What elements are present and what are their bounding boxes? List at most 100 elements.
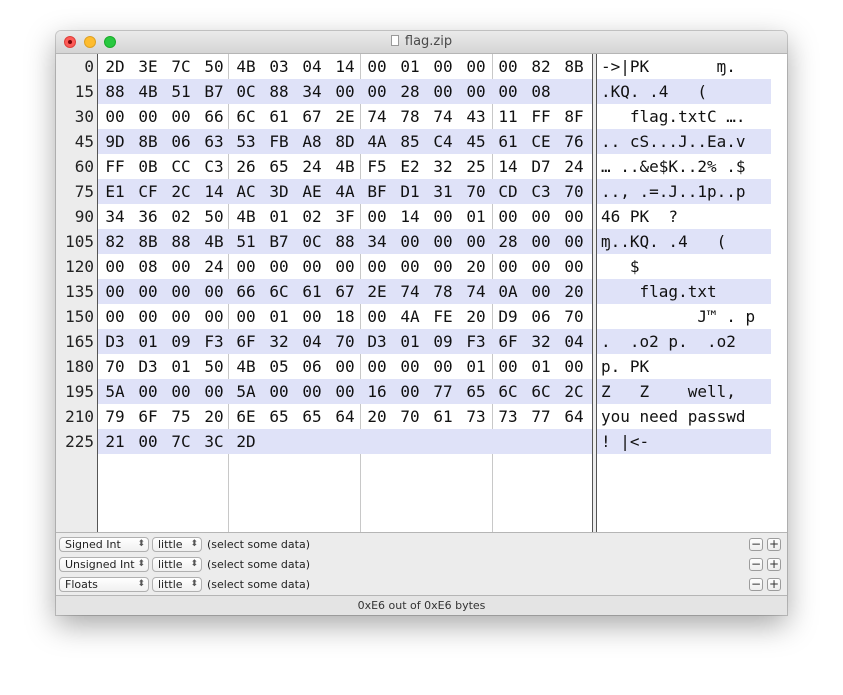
hex-byte[interactable]: FF (104, 154, 126, 179)
hex-byte[interactable]: 00 (170, 379, 192, 404)
hex-byte[interactable]: B7 (203, 79, 225, 104)
ascii-text[interactable]: ɱ..KQ. .4 ( (601, 229, 726, 254)
hex-byte[interactable]: 32 (432, 154, 454, 179)
hex-byte[interactable]: 75 (170, 404, 192, 429)
hex-byte[interactable]: B7 (268, 229, 290, 254)
hex-byte[interactable]: 20 (563, 279, 585, 304)
hex-byte[interactable]: 4A (334, 179, 356, 204)
hex-byte[interactable]: 01 (530, 354, 552, 379)
hex-byte[interactable]: 03 (268, 54, 290, 79)
hex-byte[interactable]: 00 (432, 54, 454, 79)
ascii-text[interactable]: 46 PK ? (601, 204, 678, 229)
hex-byte[interactable]: 6C (530, 379, 552, 404)
hex-byte[interactable]: 6F (497, 329, 519, 354)
hex-byte[interactable]: A8 (301, 129, 323, 154)
hex-byte[interactable]: FB (268, 129, 290, 154)
hex-byte[interactable]: 8B (563, 54, 585, 79)
hex-byte[interactable]: 8F (563, 104, 585, 129)
hex-byte[interactable]: 51 (235, 229, 257, 254)
hex-byte[interactable]: 28 (497, 229, 519, 254)
hex-byte[interactable]: 01 (399, 329, 421, 354)
hex-byte[interactable]: CF (137, 179, 159, 204)
hex-byte[interactable]: 00 (497, 204, 519, 229)
hex-byte[interactable]: 00 (563, 254, 585, 279)
hex-byte[interactable]: D1 (399, 179, 421, 204)
endianness-popup[interactable]: little ⬍ (152, 557, 202, 572)
hex-byte[interactable]: 01 (170, 354, 192, 379)
hex-byte[interactable]: FF (530, 104, 552, 129)
hex-byte[interactable]: 00 (203, 304, 225, 329)
hex-byte[interactable]: 00 (137, 429, 159, 454)
hex-byte[interactable]: 74 (366, 104, 388, 129)
hex-byte[interactable]: 50 (203, 204, 225, 229)
hex-byte[interactable]: 00 (104, 254, 126, 279)
hex-byte[interactable]: 65 (268, 154, 290, 179)
hex-byte[interactable]: 4B (334, 154, 356, 179)
hex-byte[interactable]: 01 (268, 304, 290, 329)
hex-byte[interactable]: 74 (432, 104, 454, 129)
hex-byte[interactable]: 24 (301, 154, 323, 179)
hex-byte[interactable]: 51 (170, 79, 192, 104)
hex-byte[interactable]: D7 (530, 154, 552, 179)
hex-byte[interactable]: 61 (497, 129, 519, 154)
hex-byte[interactable]: 5A (235, 379, 257, 404)
hex-byte[interactable]: FE (432, 304, 454, 329)
hex-byte[interactable]: 7C (170, 54, 192, 79)
hex-byte[interactable]: 09 (170, 329, 192, 354)
hex-byte[interactable]: 3E (137, 54, 159, 79)
hex-byte[interactable]: 00 (563, 354, 585, 379)
hex-byte[interactable]: 00 (366, 54, 388, 79)
hex-byte[interactable]: 00 (497, 79, 519, 104)
hex-byte[interactable]: 67 (334, 279, 356, 304)
ascii-text[interactable]: ! |<- (601, 429, 649, 454)
hex-byte[interactable]: 31 (432, 179, 454, 204)
ascii-text[interactable]: ->|PK ɱ. (601, 54, 736, 79)
hex-byte-area[interactable]: 2D 3E 7C 50 4B 03 04 14 00 01 00 00 00 82 8B 88 4B 51 B7 0C… (98, 54, 592, 532)
hex-byte[interactable]: 2E (366, 279, 388, 304)
ascii-text[interactable]: .., .=.J..1p..p (601, 179, 746, 204)
hex-byte[interactable]: 00 (170, 254, 192, 279)
hex-byte[interactable]: 70 (399, 404, 421, 429)
hex-byte[interactable]: 0C (301, 229, 323, 254)
hex-byte[interactable]: 4B (137, 79, 159, 104)
hex-byte[interactable]: 45 (465, 129, 487, 154)
hex-byte[interactable]: 00 (170, 279, 192, 304)
hex-byte[interactable]: F3 (465, 329, 487, 354)
hex-byte[interactable]: 6F (235, 329, 257, 354)
hex-byte[interactable]: 34 (366, 229, 388, 254)
hex-byte[interactable]: 00 (432, 204, 454, 229)
hex-byte[interactable]: 26 (235, 154, 257, 179)
hex-byte[interactable]: 00 (366, 254, 388, 279)
hex-byte[interactable]: 00 (137, 379, 159, 404)
hex-byte[interactable]: 0A (497, 279, 519, 304)
hex-byte[interactable]: E2 (399, 154, 421, 179)
hex-byte[interactable]: 4A (399, 304, 421, 329)
hex-byte[interactable]: 3C (203, 429, 225, 454)
hex-byte[interactable]: 00 (432, 79, 454, 104)
hex-byte[interactable]: 00 (268, 254, 290, 279)
hex-byte[interactable]: 00 (530, 204, 552, 229)
remove-row-button[interactable]: − (749, 578, 763, 591)
hex-byte[interactable]: 9D (104, 129, 126, 154)
hex-byte[interactable]: 02 (301, 204, 323, 229)
hex-byte[interactable]: 50 (203, 54, 225, 79)
hex-byte[interactable]: 06 (170, 129, 192, 154)
hex-byte[interactable]: 16 (366, 379, 388, 404)
hex-byte[interactable]: 00 (203, 379, 225, 404)
hex-byte[interactable]: F5 (366, 154, 388, 179)
endianness-popup[interactable]: little ⬍ (152, 577, 202, 592)
hex-byte[interactable]: 6C (497, 379, 519, 404)
hex-byte[interactable]: 6C (235, 104, 257, 129)
hex-byte[interactable]: 65 (301, 404, 323, 429)
hex-byte[interactable]: 28 (399, 79, 421, 104)
hex-byte[interactable]: 06 (530, 304, 552, 329)
hex-byte[interactable]: 76 (563, 129, 585, 154)
hex-byte[interactable]: 88 (104, 79, 126, 104)
hex-byte[interactable]: 00 (137, 104, 159, 129)
hex-byte[interactable]: 14 (334, 54, 356, 79)
data-type-popup[interactable]: Signed Int ⬍ (59, 537, 149, 552)
hex-byte[interactable]: 00 (104, 279, 126, 304)
hex-byte[interactable]: C4 (432, 129, 454, 154)
hex-byte[interactable]: 00 (399, 229, 421, 254)
hex-byte[interactable]: 3F (334, 204, 356, 229)
